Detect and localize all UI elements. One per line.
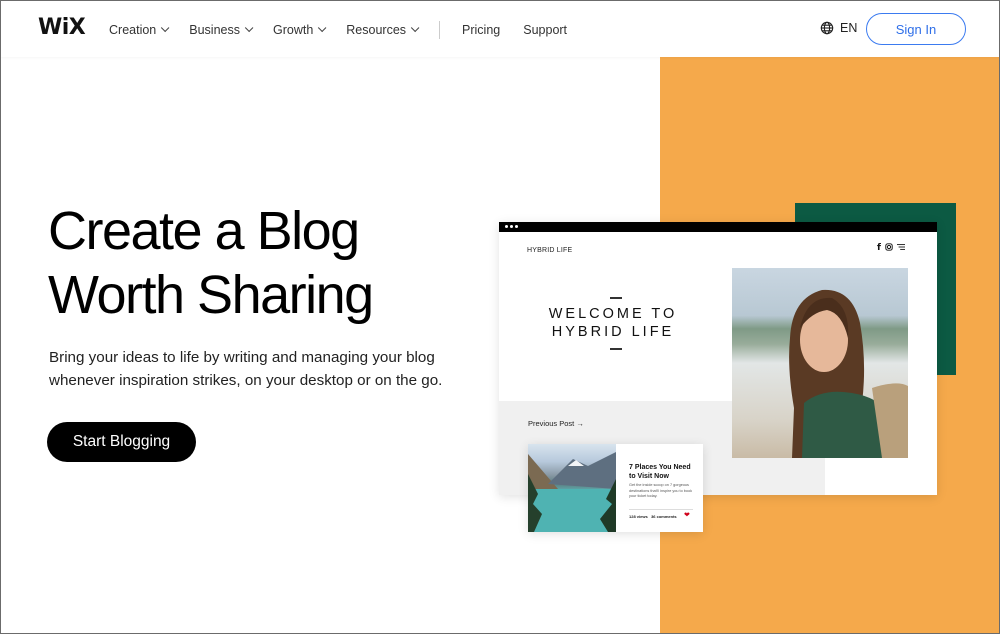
post-title: 7 Places You Need to Visit Now	[629, 464, 691, 480]
lake-illustration	[528, 452, 616, 532]
mockup-site-name: HYBRID LIFE	[527, 247, 573, 254]
blog-post-card: 7 Places You Need to Visit Now Get the i…	[528, 444, 703, 532]
nav-item-growth[interactable]: Growth	[272, 23, 327, 37]
post-comments: 36 comments	[651, 514, 677, 519]
nav-item-label: Growth	[272, 23, 314, 37]
nav-divider	[439, 21, 441, 39]
post-divider	[629, 509, 693, 510]
page-frame: WiX Creation Business Growth Resources P…	[0, 0, 1000, 634]
welcome-line-2: HYBRID LIFE	[551, 324, 675, 340]
mockup-welcome-heading: WELCOME TO HYBRID LIFE	[533, 305, 693, 341]
nav-item-resources[interactable]: Resources	[346, 23, 420, 37]
nav-link-pricing[interactable]: Pricing	[462, 23, 500, 37]
sign-in-button[interactable]: Sign In	[866, 13, 966, 45]
nav-item-label: Creation	[109, 23, 157, 37]
facebook-icon: f	[877, 243, 881, 253]
browser-title-bar	[499, 222, 937, 232]
heart-icon: ❤	[684, 512, 690, 519]
hero-title-line-2: Worth Sharing	[48, 265, 374, 325]
window-dots-icon	[505, 225, 520, 228]
chevron-down-icon	[410, 23, 420, 33]
language-selector[interactable]: EN	[820, 21, 857, 35]
nav-item-label: Business	[189, 23, 240, 37]
nav-link-support[interactable]: Support	[523, 23, 567, 37]
post-excerpt: Get the inside scoop on 7 gorgeous desti…	[629, 483, 692, 498]
post-stats: 128 views 36 comments	[629, 514, 677, 519]
portrait-illustration	[789, 289, 908, 458]
nav-item-creation[interactable]: Creation	[109, 23, 170, 37]
blogger-portrait-photo	[732, 268, 908, 458]
chevron-down-icon	[244, 23, 254, 33]
welcome-line-1: WELCOME TO	[548, 306, 678, 322]
top-header: WiX Creation Business Growth Resources P…	[1, 1, 999, 57]
hero-title-line-1: Create a Blog	[48, 201, 360, 261]
wix-logo[interactable]: WiX	[38, 15, 86, 40]
post-views: 128 views	[629, 514, 648, 519]
language-label: EN	[840, 21, 858, 35]
nav-item-business[interactable]: Business	[189, 23, 254, 37]
main-nav: Creation Business Growth Resources Prici…	[109, 21, 590, 39]
previous-post-link: Previous Post →	[528, 419, 584, 428]
post-thumbnail-image	[528, 444, 616, 532]
welcome-bottom-dash	[610, 348, 622, 350]
globe-icon	[820, 21, 834, 35]
mockup-social-icons: f	[877, 243, 909, 253]
hero-title: Create a Blog Worth Sharing	[48, 199, 374, 327]
hero-description: Bring your ideas to life by writing and …	[49, 349, 443, 389]
chevron-down-icon	[318, 23, 327, 33]
start-blogging-button[interactable]: Start Blogging	[47, 422, 196, 462]
welcome-top-dash	[610, 297, 622, 299]
chevron-down-icon	[161, 23, 170, 33]
nav-item-label: Resources	[346, 23, 407, 37]
instagram-icon	[885, 243, 893, 253]
menu-icon	[896, 243, 905, 253]
